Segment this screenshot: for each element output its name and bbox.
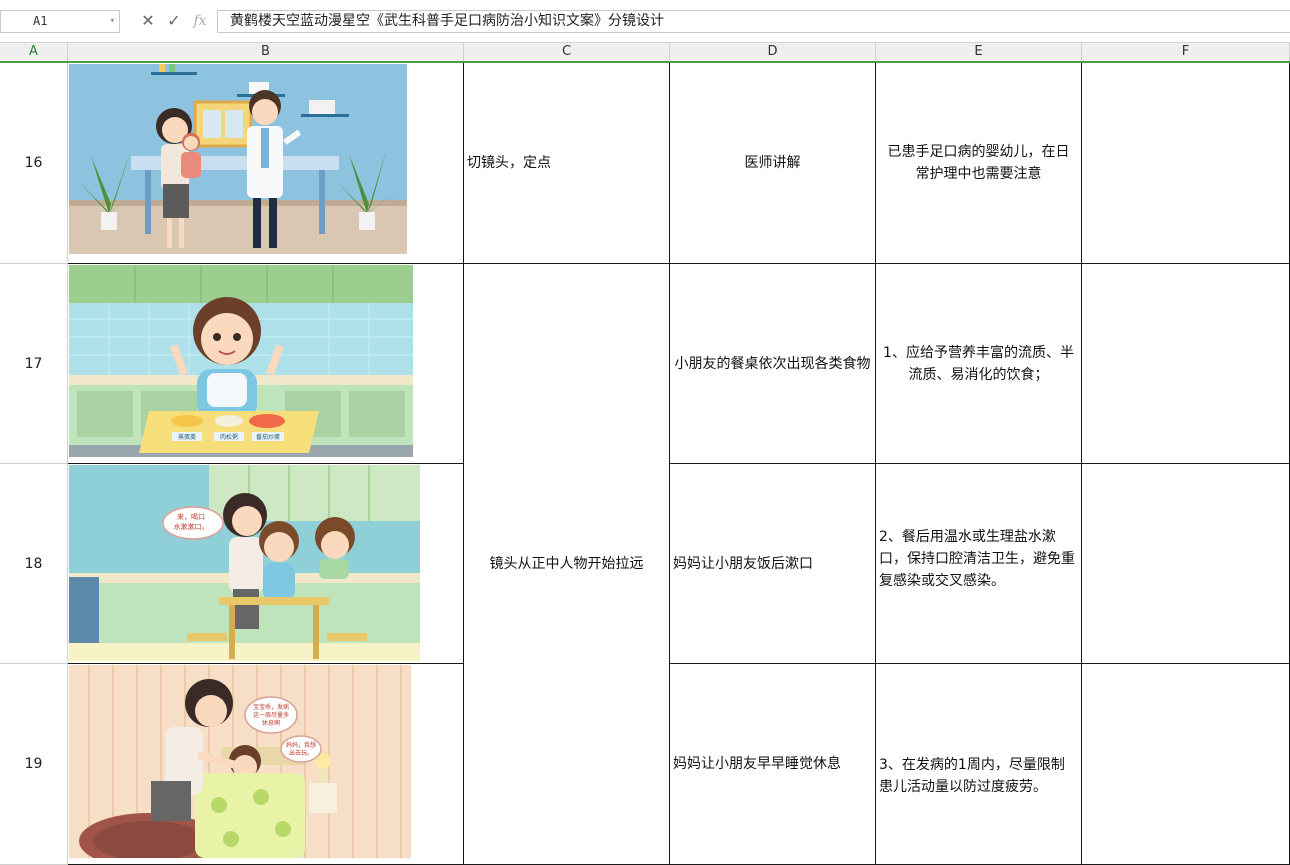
note-cell[interactable] [1082, 264, 1290, 464]
column-headers: A B C D E F [0, 43, 1290, 63]
narration-cell[interactable]: 2、餐后用温水或生理盐水漱口，保持口腔清洁卫生，避免重复感染或交叉感染。 [876, 464, 1082, 664]
row-header[interactable]: 16 [0, 63, 68, 264]
scene-cell[interactable]: 妈妈让小朋友饭后漱口 [670, 464, 876, 664]
spreadsheet-grid: 16 切镜头，定点 医师讲解 已患手足口病的婴幼儿，在日常护理中也需要注意 17… [0, 63, 1290, 865]
note-cell[interactable] [1082, 664, 1290, 865]
row-header[interactable]: 17 [0, 264, 68, 464]
speech-bubble-text: 这一周尽量多 [253, 711, 289, 719]
scene-cell[interactable]: 小朋友的餐桌依次出现各类食物 [670, 264, 876, 464]
row-header[interactable]: 18 [0, 464, 68, 664]
speech-bubble-text: 水漱漱口。 [174, 522, 209, 531]
narration-cell[interactable]: 1、应给予营养丰富的流质、半流质、易消化的饮食； [876, 264, 1082, 464]
note-cell[interactable] [1082, 464, 1290, 664]
speech-bubble-text: 妈妈，我想 [286, 741, 316, 749]
narration-cell[interactable]: 3、在发病的1周内，尽量限制患儿活动量以防过度疲劳。 [876, 664, 1082, 865]
column-header-f[interactable]: F [1082, 43, 1290, 61]
column-header-e[interactable]: E [876, 43, 1082, 61]
note-cell[interactable] [1082, 63, 1290, 264]
doctor-consultation-illustration[interactable] [69, 64, 407, 254]
formula-input[interactable]: 黄鹤楼天空蓝动漫星空《武生科普手足口病防治小知识文案》分镜设计 [217, 10, 1290, 33]
column-header-b[interactable]: B [68, 43, 464, 61]
mother-child-rinse-mouth-illustration[interactable]: 来，喝口 水漱漱口。 [69, 465, 420, 661]
scene-cell[interactable]: 医师讲解 [670, 63, 876, 264]
column-header-c[interactable]: C [464, 43, 670, 61]
food-label: 蒸蛋羹 [178, 433, 196, 441]
name-box[interactable]: A1 ▾ [0, 10, 120, 33]
child-eating-meal-illustration[interactable]: 蒸蛋羹 肉松粥 番茄炒蛋 [69, 265, 413, 457]
row-header[interactable]: 19 [0, 664, 68, 865]
scene-cell[interactable]: 妈妈让小朋友早早睡觉休息 [670, 664, 876, 865]
speech-bubble-text: 宝宝乖，发病 [253, 703, 289, 711]
chevron-down-icon[interactable]: ▾ [110, 11, 115, 32]
child-resting-in-bed-illustration[interactable]: 宝宝乖，发病 这一周尽量多 休息啊 妈妈，我想 出去玩。 [69, 665, 411, 858]
check-icon[interactable]: ✓ [163, 10, 185, 32]
narration-cell[interactable]: 已患手足口病的婴幼儿，在日常护理中也需要注意 [876, 63, 1082, 264]
camera-cell-merged[interactable]: 镜头从正中人物开始拉远 [464, 264, 670, 865]
column-header-d[interactable]: D [670, 43, 876, 61]
food-label: 肉松粥 [220, 433, 238, 441]
name-box-value: A1 [33, 14, 48, 28]
food-label: 番茄炒蛋 [256, 433, 280, 441]
column-header-a[interactable]: A [0, 43, 68, 61]
camera-cell[interactable]: 切镜头，定点 [464, 63, 670, 264]
speech-bubble-text: 来，喝口 [177, 513, 205, 521]
speech-bubble-text: 出去玩。 [289, 749, 313, 757]
close-icon[interactable]: ✕ [137, 10, 159, 32]
formula-bar: A1 ▾ ✕ ✓ fx 黄鹤楼天空蓝动漫星空《武生科普手足口病防治小知识文案》分… [0, 0, 1290, 43]
speech-bubble-text: 休息啊 [262, 719, 280, 727]
fx-icon[interactable]: fx [189, 10, 211, 32]
